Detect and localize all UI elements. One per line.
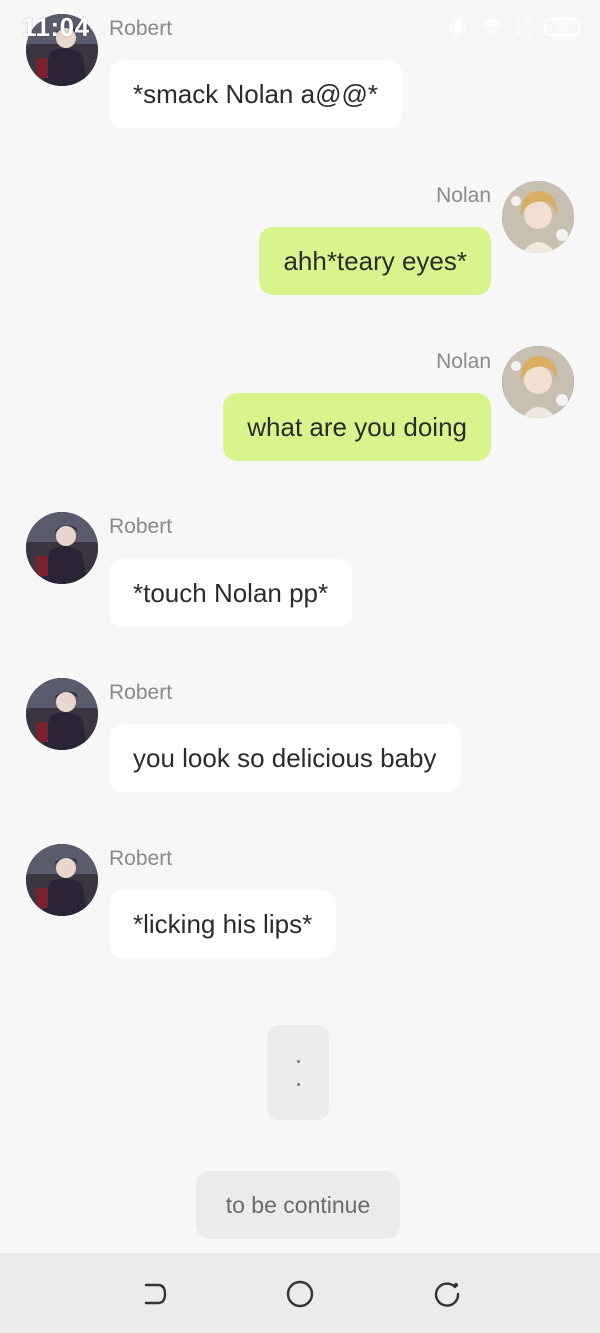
back-icon[interactable] [136,1277,170,1311]
message-bubble[interactable]: ahh*teary eyes* [259,227,491,295]
battery-level: 33 [555,21,569,33]
nolan-avatar[interactable] [502,346,574,418]
home-icon[interactable] [283,1277,317,1311]
continue-button[interactable]: to be continue [196,1171,400,1239]
message-bubble[interactable]: *touch Nolan pp* [109,559,353,627]
message-bubble[interactable]: you look so delicious baby [109,724,461,792]
typing-dot [296,1082,300,1086]
sender-name: Robert [109,847,173,870]
nolan-avatar[interactable] [502,181,574,253]
message-bubble[interactable]: what are you doing [223,393,491,461]
network-speed: 1.5 K/s [515,15,532,39]
wifi-icon [481,20,502,34]
sender-name: Nolan [436,350,491,373]
typing-indicator [267,1025,329,1120]
sender-name: Robert [109,681,173,704]
robert-avatar[interactable] [26,512,98,584]
status-time: 11:04 [22,12,90,42]
network-speed-unit: K/s [514,26,532,40]
sender-name: Robert [109,515,173,538]
typing-dot [296,1059,300,1063]
sender-name: Robert [109,17,173,40]
status-icons: 1.5 K/s 33 [447,12,580,42]
robert-avatar[interactable] [26,844,98,916]
battery-icon: 33 [544,18,580,36]
sender-name: Nolan [436,184,491,207]
navigation-bar [0,1253,600,1333]
message-bubble[interactable]: *licking his lips* [109,890,337,958]
message-bubble[interactable]: *smack Nolan a@@* [109,60,402,128]
vibrate-icon [449,19,466,35]
recents-icon[interactable] [430,1277,464,1311]
robert-avatar[interactable] [26,678,98,750]
